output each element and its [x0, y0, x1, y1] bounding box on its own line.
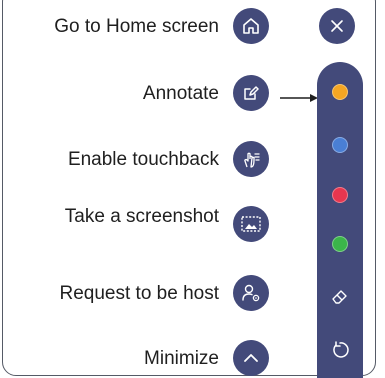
request-host-icon [242, 284, 260, 302]
home-icon [243, 18, 259, 34]
touchback-label: Enable touchback [67, 149, 219, 170]
screenshot-icon [241, 216, 261, 232]
screenshot-label: Take a screenshot [64, 206, 219, 227]
chevron-up-icon [244, 354, 258, 362]
eraser-button[interactable] [328, 284, 352, 308]
request-host-label: Request to be host [59, 283, 220, 304]
floating-menu: Go to Home screen Annotate Enable touchb… [0, 0, 385, 378]
color-orange[interactable] [332, 84, 348, 100]
home-button[interactable] [233, 8, 269, 44]
eraser-icon [332, 290, 347, 304]
minimize-button[interactable] [233, 340, 269, 376]
color-blue[interactable] [332, 137, 348, 153]
close-button[interactable] [319, 8, 355, 44]
close-icon [331, 20, 343, 32]
annotate-icon [244, 86, 259, 100]
annotation-palette [317, 62, 363, 378]
screenshot-button[interactable] [233, 206, 269, 242]
annotate-label: Annotate [142, 83, 219, 104]
undo-icon [333, 341, 349, 358]
color-red[interactable] [332, 187, 348, 203]
home-label: Go to Home screen [54, 16, 219, 37]
undo-button[interactable] [328, 338, 352, 362]
touch-hand-icon [244, 152, 260, 168]
minimize-label: Minimize [144, 348, 219, 369]
arrow-icon [280, 94, 318, 102]
request-host-button[interactable] [233, 275, 269, 311]
color-green[interactable] [332, 236, 348, 252]
annotate-button[interactable] [233, 75, 269, 111]
touchback-button[interactable] [233, 141, 269, 177]
